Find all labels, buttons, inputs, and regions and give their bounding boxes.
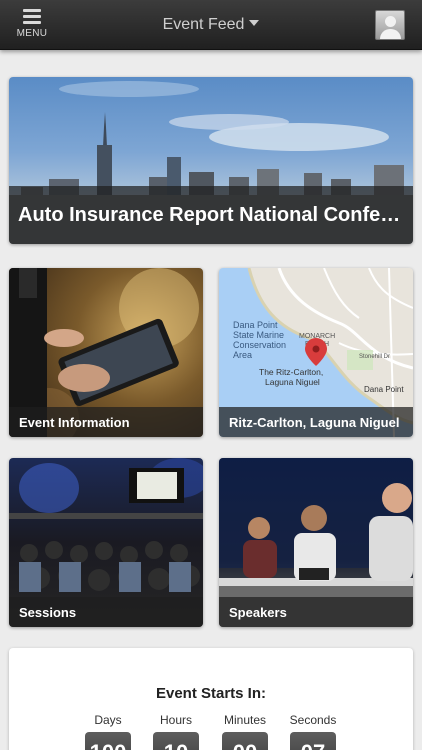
top-bar: MENU Event Feed <box>0 0 422 50</box>
hero-title: Auto Insurance Report National Conferenc… <box>9 186 413 244</box>
countdown-seconds: Seconds 07 <box>283 713 343 750</box>
countdown-hours: Hours 10 <box>146 713 206 750</box>
page-title: Event Feed <box>162 16 245 33</box>
countdown-days: Days 100 <box>78 713 138 750</box>
countdown-value: 10 <box>153 732 199 750</box>
map-label-stonehill: Stonehill Dr <box>359 354 390 360</box>
countdown-title: Event Starts In: <box>155 685 267 702</box>
countdown-unit-label: Seconds <box>289 713 337 727</box>
tile-label: Event Information <box>9 407 203 437</box>
countdown-value: 07 <box>290 732 336 750</box>
caret-down-icon <box>249 20 260 26</box>
countdown-value: 100 <box>85 732 131 750</box>
tile-label: Sessions <box>9 597 203 627</box>
countdown-minutes: Minutes 00 <box>215 713 275 750</box>
tile-label: Speakers <box>219 597 413 627</box>
sessions-tile[interactable]: Sessions <box>9 458 203 627</box>
countdown-unit-label: Minutes <box>223 713 267 727</box>
event-feed-dropdown[interactable]: Event Feed <box>0 16 422 34</box>
map-label-ritz-2: Laguna Niguel <box>265 377 320 387</box>
hero-event-banner[interactable]: Auto Insurance Report National Conferenc… <box>9 77 413 244</box>
map-label-ritz-1: The Ritz-Carlton, <box>259 367 323 377</box>
map-label-dana-point: Dana Point <box>364 385 404 394</box>
countdown-card: Event Starts In: Days 100 Hours 10 Minut… <box>9 648 413 750</box>
venue-map-tile[interactable]: Dana Point State Marine Conservation Area M… <box>219 268 413 437</box>
countdown-value: 00 <box>222 732 268 750</box>
user-icon <box>385 16 396 27</box>
tile-label: Ritz-Carlton, Laguna Niguel <box>219 407 413 437</box>
countdown-unit-label: Hours <box>159 713 192 727</box>
profile-avatar-button[interactable] <box>375 10 405 40</box>
event-information-tile[interactable]: Event Information <box>9 268 203 437</box>
countdown-unit-label: Days <box>94 713 122 727</box>
speakers-tile[interactable]: Speakers <box>219 458 413 627</box>
